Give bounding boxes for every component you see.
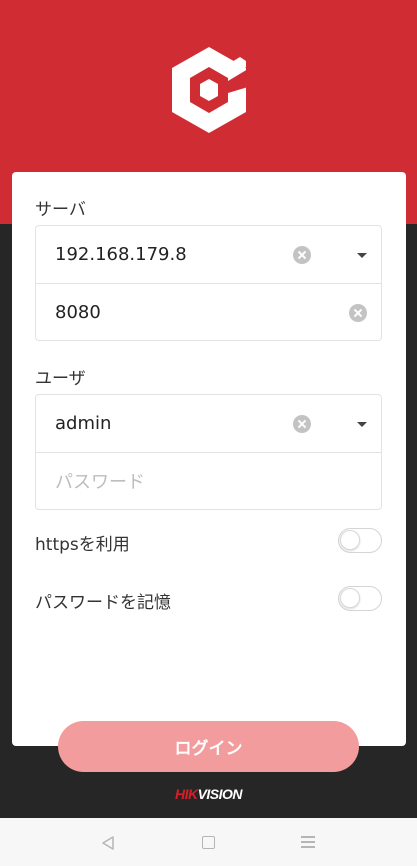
dropdown-icon[interactable] xyxy=(357,422,367,427)
nav-menu-icon[interactable] xyxy=(301,836,315,848)
user-field-group: admin パスワード xyxy=(35,394,382,510)
app-logo-icon xyxy=(172,47,248,133)
nav-home-icon[interactable] xyxy=(202,836,215,849)
user-section-label: ユーザ xyxy=(35,369,86,389)
password-input[interactable]: パスワード xyxy=(55,468,145,494)
login-card: サーバ 192.168.179.8 8080 ユーザ admin パスワード h… xyxy=(12,172,406,746)
password-row[interactable]: パスワード xyxy=(36,452,381,509)
brand-logo-part1: HIK xyxy=(174,786,198,802)
https-toggle[interactable] xyxy=(338,528,382,553)
server-address-row[interactable]: 192.168.179.8 xyxy=(36,226,381,283)
brand-logo: HIKVISION xyxy=(0,786,417,802)
clear-icon[interactable] xyxy=(349,304,367,322)
username-input[interactable]: admin xyxy=(55,413,111,434)
server-field-group: 192.168.179.8 8080 xyxy=(35,225,382,341)
clear-icon[interactable] xyxy=(293,415,311,433)
https-label: httpsを利用 xyxy=(35,535,130,555)
system-nav-bar xyxy=(0,818,417,866)
remember-password-label: パスワードを記憶 xyxy=(35,593,171,613)
nav-back-icon[interactable] xyxy=(100,835,116,851)
clear-icon[interactable] xyxy=(293,246,311,264)
server-address-input[interactable]: 192.168.179.8 xyxy=(55,244,187,265)
https-option-row: httpsを利用 xyxy=(35,527,382,557)
remember-option-row: パスワードを記憶 xyxy=(35,585,382,615)
brand-logo-part2: VISION xyxy=(197,786,243,802)
server-port-input[interactable]: 8080 xyxy=(55,302,101,323)
username-row[interactable]: admin xyxy=(36,395,381,452)
login-button[interactable]: ログイン xyxy=(58,721,359,772)
server-section-label: サーバ xyxy=(35,200,86,220)
dropdown-icon[interactable] xyxy=(357,253,367,258)
server-port-row[interactable]: 8080 xyxy=(36,283,381,340)
remember-password-toggle[interactable] xyxy=(338,586,382,611)
toggle-knob xyxy=(340,530,360,550)
toggle-knob xyxy=(340,588,360,608)
